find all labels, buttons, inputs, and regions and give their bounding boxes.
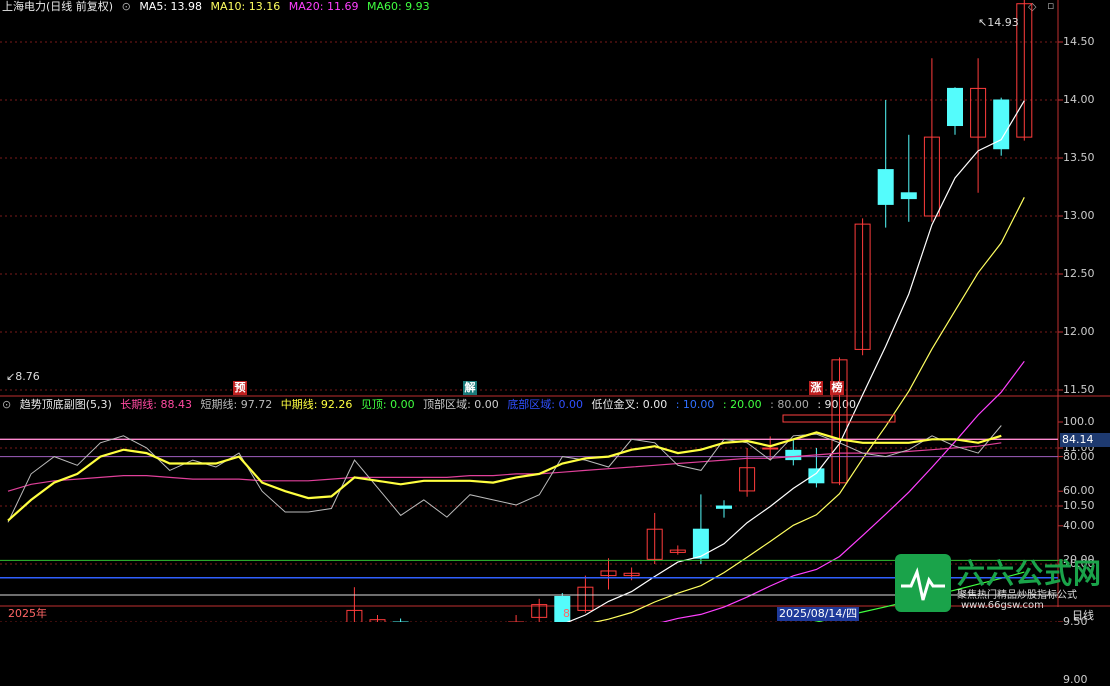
high-value: 14.93: [987, 16, 1019, 29]
ma60-line: [813, 571, 1025, 622]
price-tick-label: 11.50: [1063, 383, 1095, 396]
candle-body: [947, 87, 963, 127]
price-tick-label: 9.00: [1063, 673, 1088, 686]
osc-tick-label: 60.00: [1063, 484, 1095, 498]
candle-body: [762, 447, 779, 450]
low-value: 8.76: [15, 370, 40, 383]
candle-body: [993, 99, 1010, 150]
x-axis-month: 8: [563, 607, 570, 620]
signal-label: 涨: [809, 381, 823, 395]
logo-icon: [895, 554, 951, 612]
ma5-line: [566, 100, 1025, 622]
signal-label: 解: [463, 381, 477, 395]
x-axis-year: 2025年: [8, 607, 47, 620]
price-tick-label: 14.00: [1063, 93, 1095, 106]
oscillator-current-badge: 84.14: [1060, 433, 1110, 447]
price-tick-label: 12.00: [1063, 325, 1095, 338]
candle-body: [785, 449, 802, 461]
price-tick-label: 13.00: [1063, 209, 1095, 222]
price-tick-label: 10.50: [1063, 499, 1095, 512]
signal-label: 榜: [830, 381, 844, 395]
arrow-left-icon: ↖: [978, 16, 988, 29]
price-tick-label: 12.50: [1063, 267, 1095, 280]
ma10-line: [592, 197, 1025, 622]
chart-canvas[interactable]: [0, 0, 1110, 622]
price-tick-label: 14.50: [1063, 35, 1095, 48]
logo-url: www.66gsw.com: [961, 600, 1044, 611]
long-term-line: [7, 442, 1002, 492]
candle-body: [900, 192, 917, 200]
site-logo: 六六公式网 聚焦热门精品炒股指标公式 www.66gsw.com: [893, 552, 1108, 618]
cursor-date: 2025/08/14/四: [777, 607, 860, 621]
logo-subtitle: 聚焦热门精品炒股指标公式: [957, 590, 1077, 601]
osc-tick-label: 40.00: [1063, 518, 1095, 532]
candle-body: [877, 169, 894, 205]
price-tick-label: 13.50: [1063, 151, 1095, 164]
candle-body: [716, 505, 732, 509]
candle-body: [808, 468, 825, 484]
ma20-line: [660, 360, 1025, 622]
low-annotation: ↙8.76: [6, 370, 40, 383]
osc-tick-label: 80.00: [1063, 449, 1095, 463]
high-annotation: ↖14.93: [978, 16, 1019, 29]
arrow-left-icon: ↙: [6, 370, 16, 383]
osc-tick-label: 100.0: [1063, 415, 1095, 428]
signal-label: 预: [233, 381, 247, 395]
